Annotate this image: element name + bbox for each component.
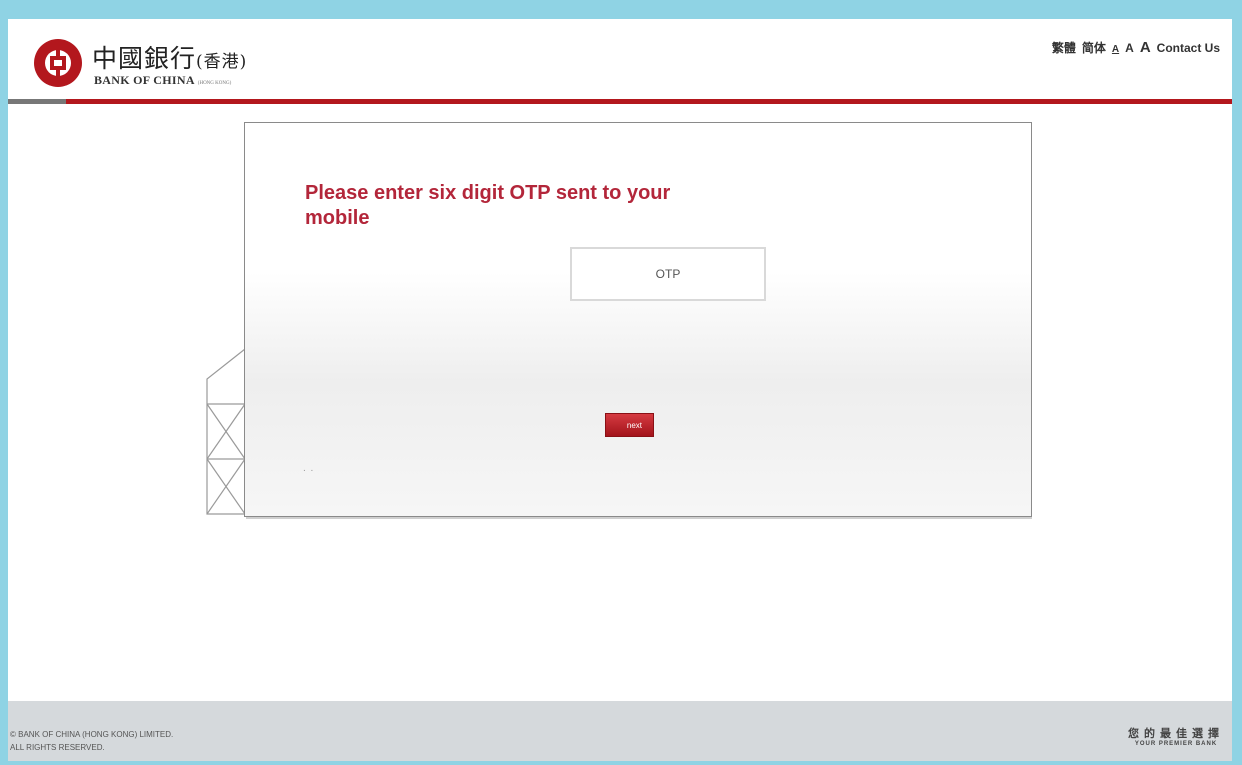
logo-chinese-name: 中國銀行(香港) xyxy=(92,44,248,73)
lang-simplified-link[interactable]: 简体 xyxy=(1082,39,1106,56)
otp-instruction-title: Please enter six digit OTP sent to your … xyxy=(305,182,671,229)
page: 中國銀行(香港) BANK OF CHINA (HONG KONG) 繁體 简体 … xyxy=(8,19,1232,761)
otp-input[interactable] xyxy=(570,247,766,301)
slogan: 您的最佳選擇 YOUR PREMIER BANK xyxy=(1128,727,1224,747)
top-links: 繁體 简体 A A A Contact Us xyxy=(1052,39,1220,56)
logo-english-name: BANK OF CHINA (HONG KONG) xyxy=(94,73,232,87)
otp-panel: Please enter six digit OTP sent to your … xyxy=(244,122,1032,517)
panel-shadow xyxy=(246,517,1032,519)
copyright-text: © BANK OF CHINA (HONG KONG) LIMITED. ALL… xyxy=(10,730,174,752)
boc-logo-icon xyxy=(34,39,82,87)
next-button[interactable]: next xyxy=(605,413,654,437)
lang-traditional-link[interactable]: 繁體 xyxy=(1052,39,1076,56)
header-divider xyxy=(8,99,1232,104)
header: 中國銀行(香港) BANK OF CHINA (HONG KONG) 繁體 简体 … xyxy=(8,19,1232,105)
bank-logo[interactable]: 中國銀行(香港) BANK OF CHINA (HONG KONG) xyxy=(34,39,294,91)
font-size-medium-button[interactable]: A xyxy=(1125,41,1134,55)
contact-us-link[interactable]: Contact Us xyxy=(1157,41,1220,55)
loading-dots: . . xyxy=(303,463,315,474)
footer: © BANK OF CHINA (HONG KONG) LIMITED. ALL… xyxy=(8,701,1232,761)
font-size-large-button[interactable]: A xyxy=(1140,39,1151,56)
font-size-small-button[interactable]: A xyxy=(1112,44,1119,55)
header-divider-accent xyxy=(8,99,66,104)
